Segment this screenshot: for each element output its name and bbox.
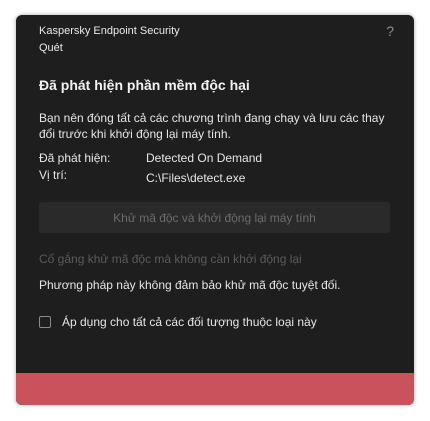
apply-to-all-option[interactable]: Áp dụng cho tất cả các đối tượng thuộc l…: [39, 313, 317, 331]
malware-detected-dialog: Kaspersky Endpoint Security Quét ? Đã ph…: [16, 15, 414, 405]
location-value: C:\Files\detect.exe: [146, 171, 246, 185]
disinfect-warning-text: Phương pháp này không đảm bảo khử mã độc…: [39, 278, 341, 292]
location-label: Vị trí:: [39, 168, 68, 182]
apply-to-all-checkbox[interactable]: [39, 316, 51, 328]
disinfect-without-restart-link[interactable]: Cố gắng khử mã độc mà không cần khởi độn…: [39, 252, 302, 266]
location-row: Vị trí: C:\Files\detect.exe: [39, 168, 245, 185]
detected-value: Detected On Demand: [146, 151, 263, 165]
detected-label: Đã phát hiện:: [39, 151, 111, 165]
app-name: Kaspersky Endpoint Security: [39, 25, 180, 37]
alert-heading: Đã phát hiện phần mềm độc hại: [39, 77, 250, 93]
status-footer-bar: [16, 373, 414, 405]
title-bar: Kaspersky Endpoint Security Quét ?: [16, 15, 414, 59]
disinfect-restart-button[interactable]: Khử mã độc và khởi động lại máy tính: [39, 202, 390, 233]
apply-to-all-label: Áp dụng cho tất cả các đối tượng thuộc l…: [62, 315, 317, 329]
detected-row: Đã phát hiện: Detected On Demand: [39, 151, 262, 165]
alert-message: Bạn nên đóng tất cả các chương trình đan…: [39, 111, 385, 141]
window-subtitle: Quét: [39, 42, 63, 54]
help-icon[interactable]: ?: [386, 23, 394, 39]
